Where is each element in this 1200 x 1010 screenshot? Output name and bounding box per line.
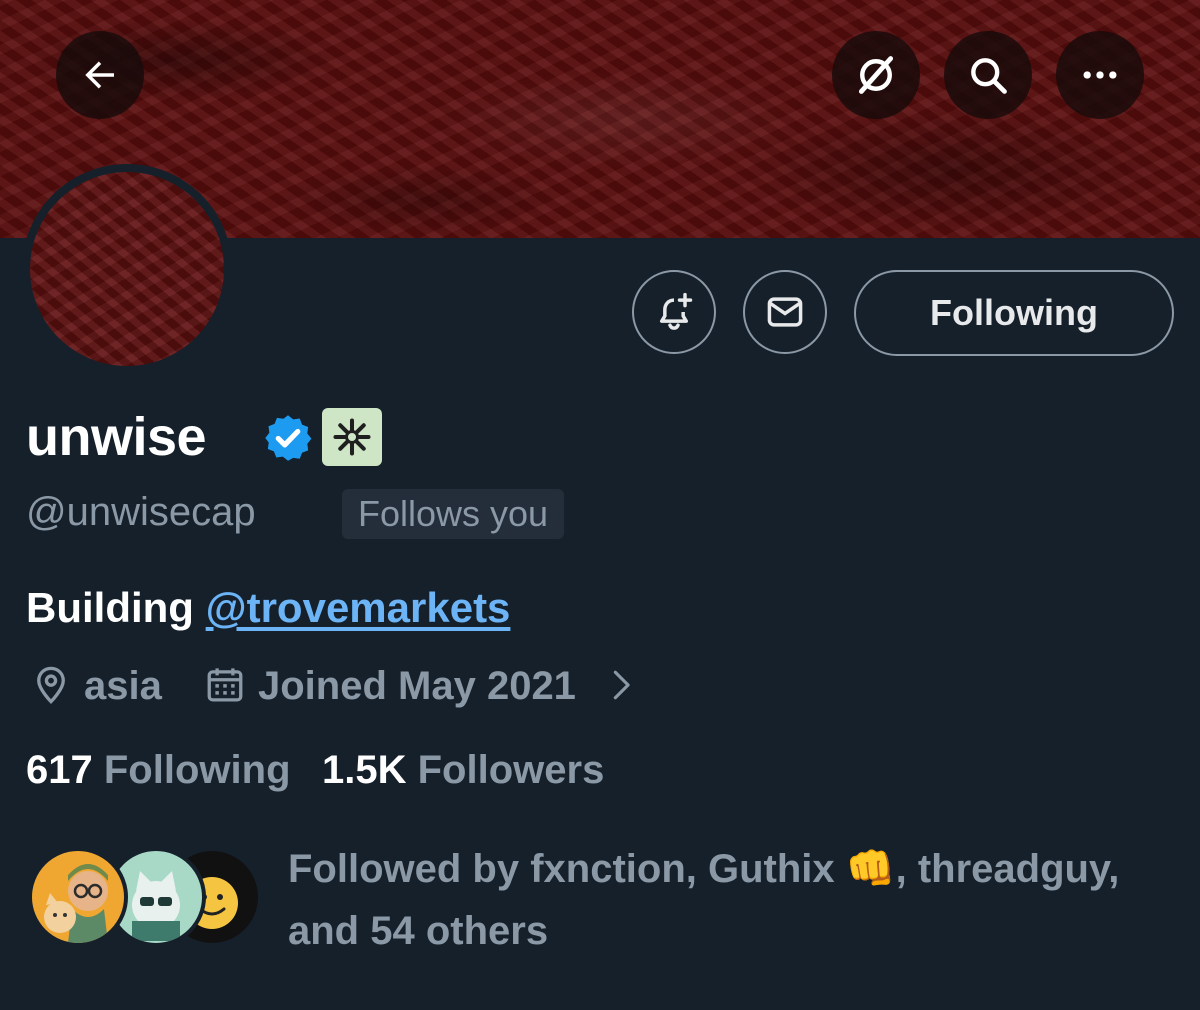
followers-count: 1.5K	[322, 748, 407, 792]
follows-you-badge: Follows you	[342, 489, 565, 539]
bio-mention-link[interactable]: @trovemarkets	[206, 584, 511, 631]
grok-icon	[858, 56, 894, 94]
bio-text: Building	[26, 584, 206, 631]
location-text: asia	[84, 664, 162, 708]
followed-by-emoji: 👊	[845, 847, 896, 891]
more-icon	[1083, 71, 1117, 79]
person-dog-avatar-icon	[44, 864, 108, 943]
followers-count-link[interactable]: 1.5K Followers	[322, 748, 604, 793]
back-button[interactable]	[56, 31, 144, 119]
chevron-right-icon[interactable]	[604, 666, 638, 704]
affiliation-logo-icon	[333, 418, 371, 456]
bell-plus-icon	[659, 292, 693, 330]
notifications-button[interactable]	[632, 270, 716, 354]
followers-label: Followers	[417, 748, 605, 792]
verified-badge-icon[interactable]	[262, 412, 314, 464]
username-handle: @unwisecap	[26, 490, 256, 534]
joined-date-text: Joined May 2021	[258, 664, 576, 708]
envelope-icon	[767, 297, 803, 327]
message-button[interactable]	[743, 270, 827, 354]
display-name: unwise	[26, 407, 207, 467]
profile-bio: Building @trovemarkets	[26, 584, 510, 632]
arrow-left-icon	[85, 61, 114, 89]
search-icon	[971, 58, 1007, 94]
more-button[interactable]	[1056, 31, 1144, 119]
following-button[interactable]: Following	[854, 270, 1174, 356]
search-button[interactable]	[944, 31, 1032, 119]
avatar[interactable]	[30, 172, 224, 366]
grok-button[interactable]	[832, 31, 920, 119]
calendar-icon	[207, 668, 243, 702]
follower-avatar-1[interactable]	[28, 847, 128, 947]
following-label: Following	[103, 748, 291, 792]
location-pin-icon	[37, 666, 65, 704]
following-count-link[interactable]: 617 Following	[26, 748, 291, 793]
followed-by-prefix: Followed by fxnction, Guthix	[288, 847, 846, 891]
followed-by-text[interactable]: Followed by fxnction, Guthix 👊, threadgu…	[288, 838, 1188, 962]
following-count: 617	[26, 748, 93, 792]
affiliation-badge[interactable]	[322, 408, 382, 466]
